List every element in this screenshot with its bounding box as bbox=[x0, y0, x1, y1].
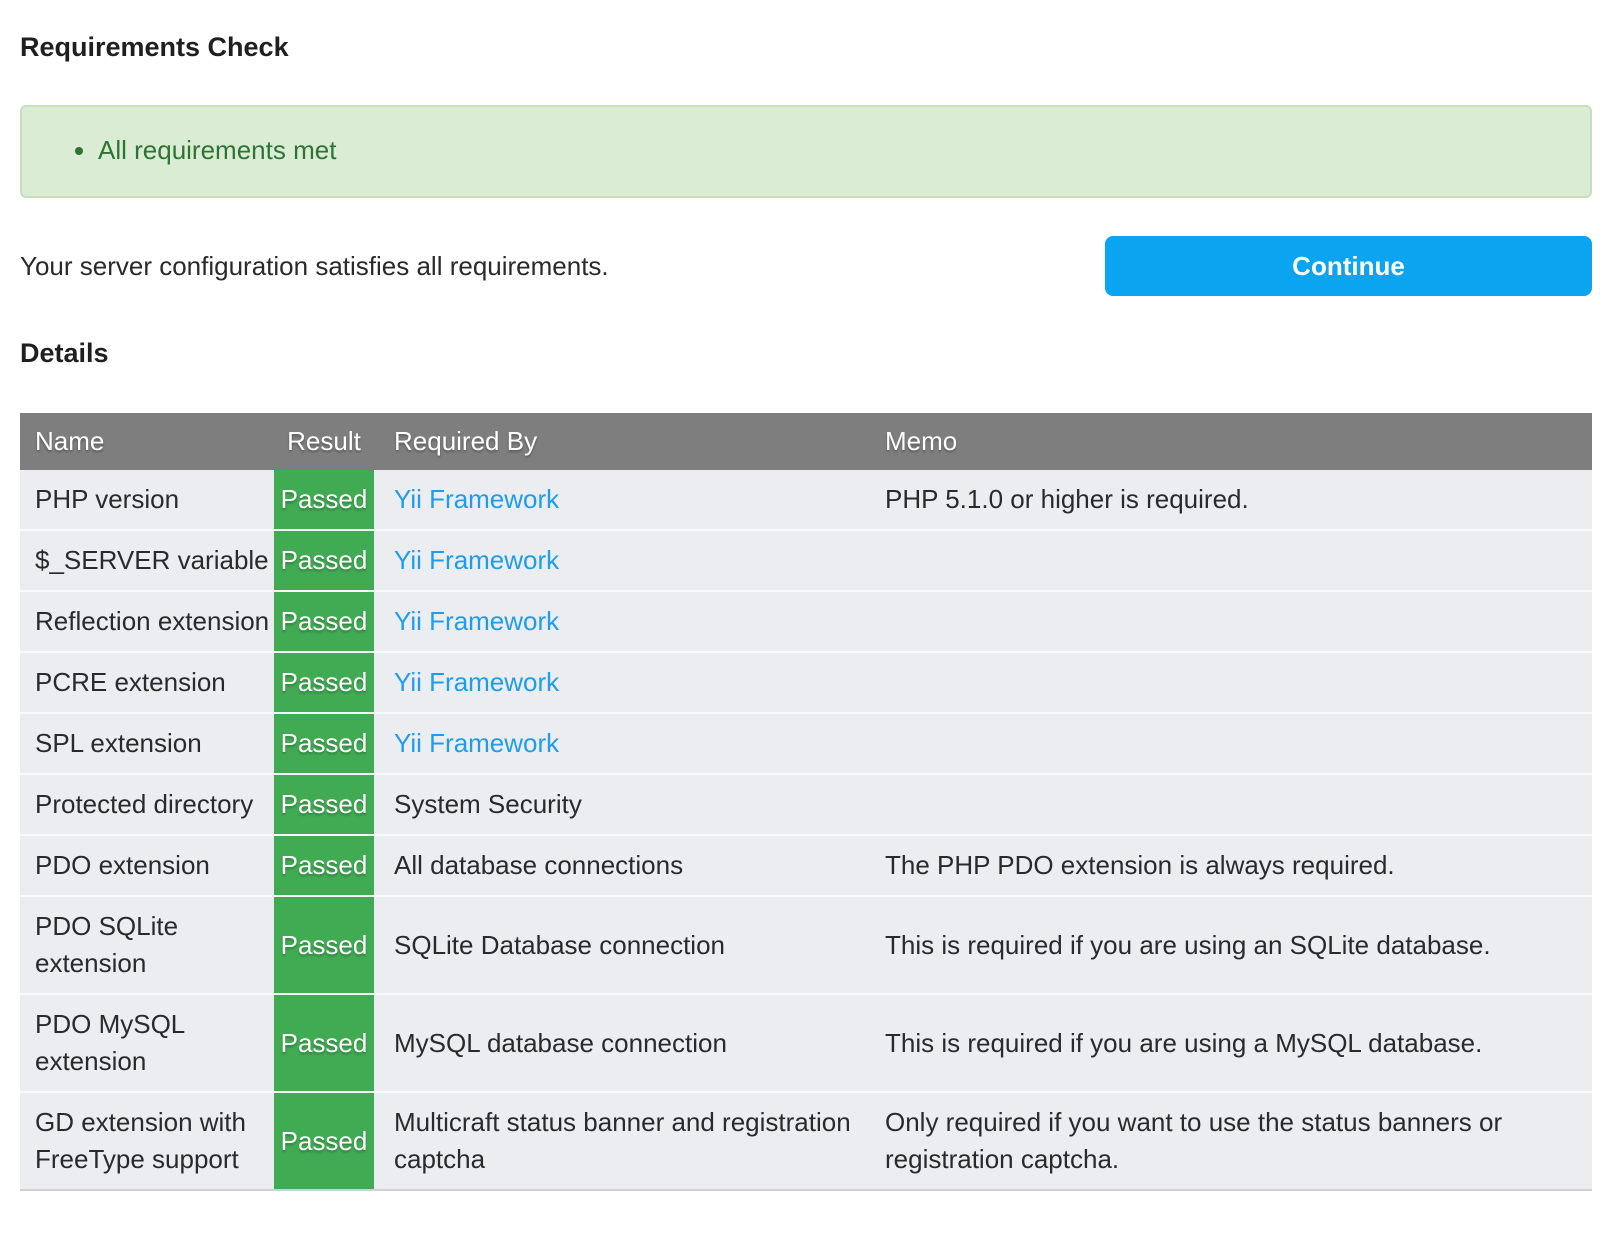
table-row: PHP version Passed Yii Framework PHP 5.1… bbox=[20, 470, 1592, 530]
result-passed-cell: Passed bbox=[274, 470, 374, 530]
summary-text: Your server configuration satisfies all … bbox=[20, 250, 1105, 282]
memo-cell: PHP 5.1.0 or higher is required. bbox=[873, 470, 1592, 530]
required-by-link[interactable]: Yii Framework bbox=[394, 667, 559, 697]
result-passed-cell: Passed bbox=[274, 1092, 374, 1190]
column-header-memo: Memo bbox=[873, 413, 1592, 470]
table-row: PDO MySQL extension Passed MySQL databas… bbox=[20, 994, 1592, 1092]
table-row: PDO extension Passed All database connec… bbox=[20, 835, 1592, 896]
result-passed-cell: Passed bbox=[274, 835, 374, 896]
required-by-cell: MySQL database connection bbox=[374, 994, 873, 1092]
table-row: PCRE extension Passed Yii Framework bbox=[20, 652, 1592, 713]
requirements-table: Name Result Required By Memo PHP version… bbox=[20, 413, 1592, 1191]
requirement-name: GD extension with FreeType support bbox=[20, 1092, 274, 1190]
memo-cell: The PHP PDO extension is always required… bbox=[873, 835, 1592, 896]
requirement-name: PHP version bbox=[20, 470, 274, 530]
table-header: Name Result Required By Memo bbox=[20, 413, 1592, 470]
result-passed-cell: Passed bbox=[274, 896, 374, 994]
memo-cell bbox=[873, 713, 1592, 774]
requirements-check-page: Requirements Check All requirements met … bbox=[0, 32, 1600, 1209]
requirement-name: Protected directory bbox=[20, 774, 274, 835]
table-row: Protected directory Passed System Securi… bbox=[20, 774, 1592, 835]
memo-cell bbox=[873, 774, 1592, 835]
requirement-name: PDO extension bbox=[20, 835, 274, 896]
required-by-cell: System Security bbox=[374, 774, 873, 835]
required-by-cell: Yii Framework bbox=[374, 470, 873, 530]
requirement-name: Reflection extension bbox=[20, 591, 274, 652]
result-passed-cell: Passed bbox=[274, 530, 374, 591]
required-by-cell: Yii Framework bbox=[374, 530, 873, 591]
column-header-name: Name bbox=[20, 413, 274, 470]
requirement-name: $_SERVER variable bbox=[20, 530, 274, 591]
required-by-cell: Yii Framework bbox=[374, 652, 873, 713]
table-row: PDO SQLite extension Passed SQLite Datab… bbox=[20, 896, 1592, 994]
required-by-link[interactable]: Yii Framework bbox=[394, 728, 559, 758]
required-by-link[interactable]: Yii Framework bbox=[394, 606, 559, 636]
alert-item: All requirements met bbox=[98, 136, 1570, 165]
required-by-link[interactable]: Yii Framework bbox=[394, 484, 559, 514]
required-by-cell: Yii Framework bbox=[374, 591, 873, 652]
result-passed-cell: Passed bbox=[274, 713, 374, 774]
summary-action-row: Your server configuration satisfies all … bbox=[20, 236, 1592, 296]
table-row: $_SERVER variable Passed Yii Framework bbox=[20, 530, 1592, 591]
required-by-cell: All database connections bbox=[374, 835, 873, 896]
requirements-table-body: PHP version Passed Yii Framework PHP 5.1… bbox=[20, 470, 1592, 1190]
requirement-name: PDO MySQL extension bbox=[20, 994, 274, 1092]
success-alert: All requirements met bbox=[20, 105, 1592, 198]
column-header-result: Result bbox=[274, 413, 374, 470]
requirement-name: SPL extension bbox=[20, 713, 274, 774]
memo-cell: This is required if you are using an SQL… bbox=[873, 896, 1592, 994]
memo-cell bbox=[873, 652, 1592, 713]
required-by-cell: Yii Framework bbox=[374, 713, 873, 774]
continue-button[interactable]: Continue bbox=[1105, 236, 1592, 296]
table-row: Reflection extension Passed Yii Framewor… bbox=[20, 591, 1592, 652]
memo-cell: This is required if you are using a MySQ… bbox=[873, 994, 1592, 1092]
page-title: Requirements Check bbox=[20, 32, 1592, 62]
details-heading: Details bbox=[20, 338, 1592, 368]
table-row: SPL extension Passed Yii Framework bbox=[20, 713, 1592, 774]
result-passed-cell: Passed bbox=[274, 591, 374, 652]
result-passed-cell: Passed bbox=[274, 774, 374, 835]
required-by-cell: Multicraft status banner and registratio… bbox=[374, 1092, 873, 1190]
result-passed-cell: Passed bbox=[274, 652, 374, 713]
required-by-cell: SQLite Database connection bbox=[374, 896, 873, 994]
result-passed-cell: Passed bbox=[274, 994, 374, 1092]
alert-list: All requirements met bbox=[42, 136, 1570, 165]
required-by-link[interactable]: Yii Framework bbox=[394, 545, 559, 575]
requirement-name: PDO SQLite extension bbox=[20, 896, 274, 994]
memo-cell bbox=[873, 530, 1592, 591]
memo-cell bbox=[873, 591, 1592, 652]
column-header-required-by: Required By bbox=[374, 413, 873, 470]
table-row: GD extension with FreeType support Passe… bbox=[20, 1092, 1592, 1190]
requirement-name: PCRE extension bbox=[20, 652, 274, 713]
memo-cell: Only required if you want to use the sta… bbox=[873, 1092, 1592, 1190]
